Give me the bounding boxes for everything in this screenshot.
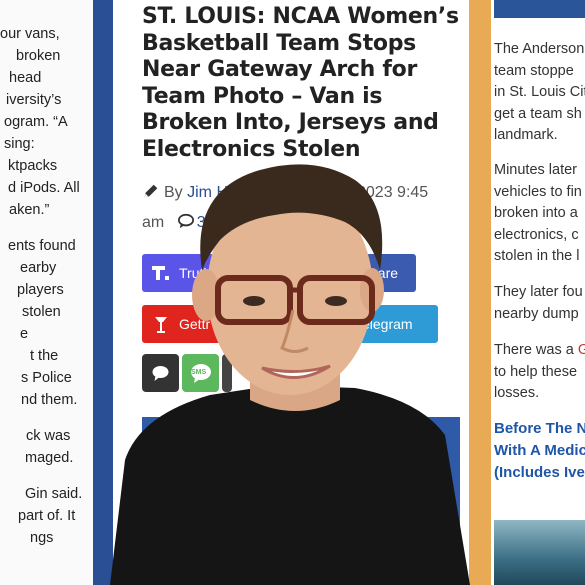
text-line: landmark.	[494, 127, 558, 143]
headline-line: Near Gateway Arch for	[142, 57, 417, 82]
left-paragraph-4: Gin said. part of. It ngs	[0, 483, 82, 549]
text-line: losses.	[494, 385, 540, 401]
text-line: The Anderson	[494, 41, 585, 57]
headline-line: ST. LOUIS: NCAA Women’s	[142, 4, 459, 29]
left-paragraph-2: ents found earby players stolen e t the …	[0, 235, 77, 411]
headline-line: Team Photo – Van is	[142, 83, 383, 109]
text-line: aken.”	[9, 202, 50, 218]
text-line: broken	[16, 48, 61, 64]
text-line: head	[9, 70, 42, 86]
right-article-column: The Anderson team stoppe in St. Louis Ci…	[491, 0, 585, 585]
text-line: get a team sh	[494, 105, 582, 122]
text-line: nd them.	[21, 392, 78, 408]
link-line: With A Medic	[494, 442, 585, 459]
left-paragraph-3: ck was maged.	[0, 425, 73, 469]
text-line: electronics, c	[494, 226, 579, 243]
text-line: players	[17, 282, 64, 298]
text-line: to help these	[494, 363, 578, 380]
text-line: d iPods. All	[8, 180, 80, 196]
text-line: t the	[30, 348, 59, 364]
text-line: e	[20, 326, 29, 342]
text-line: maged.	[25, 450, 74, 466]
text-line: ck was	[26, 428, 71, 444]
right-paragraph-1: The Anderson team stoppe in St. Louis Ci…	[494, 39, 585, 147]
text-line: There was a G	[494, 340, 585, 362]
headline-line: Basketball Team Stops	[142, 30, 416, 56]
related-link[interactable]: G	[578, 342, 585, 358]
text-line: vehicles to fin	[494, 183, 582, 200]
text-line: stolen	[22, 304, 61, 320]
right-paragraph-2: Minutes later vehicles to fin broken int…	[494, 160, 582, 268]
right-paragraph-4: There was a G to help these losses.	[494, 340, 585, 405]
link-line: (Includes Ive	[494, 464, 585, 481]
presenter-overlay	[110, 164, 470, 585]
top-image-edge	[494, 0, 585, 18]
text-line: ngs	[30, 530, 54, 546]
text-line: part of. It	[18, 508, 76, 524]
text-line: sing:	[4, 136, 35, 152]
text-fragment: There was a	[494, 342, 574, 358]
text-line: team stoppe	[494, 62, 574, 79]
text-line: They later fou	[494, 284, 583, 300]
text-line: our vans,	[0, 26, 60, 42]
text-line: stolen in the l	[494, 248, 580, 264]
text-line: in St. Louis Cit	[494, 84, 585, 100]
text-line: ogram. “A	[4, 114, 68, 130]
article-headline: ST. LOUIS: NCAA Women’s Basketball Team …	[142, 4, 462, 163]
text-line: earby	[20, 260, 57, 276]
related-article-link[interactable]: Before The Ne With A Medic (Includes Ive	[494, 418, 585, 484]
headline-line: Broken Into, Jerseys and	[142, 110, 439, 135]
text-line: Minutes later	[494, 162, 578, 178]
text-line: ktpacks	[8, 158, 58, 174]
left-paragraph-1: our vans, broken head iversity’s ogram. …	[0, 23, 80, 221]
text-line: ents found	[8, 238, 76, 254]
link-line: Before The Ne	[494, 420, 585, 437]
right-paragraph-3: They later fou nearby dump	[494, 282, 583, 325]
text-line: iversity’s	[6, 92, 62, 108]
text-line: broken into a	[494, 205, 578, 221]
text-line: s Police	[21, 370, 72, 386]
text-line: Gin said.	[25, 486, 83, 502]
text-line: nearby dump	[494, 305, 579, 322]
left-article-column: our vans, broken head iversity’s ogram. …	[0, 0, 93, 585]
related-article-thumbnail[interactable]	[494, 520, 585, 585]
